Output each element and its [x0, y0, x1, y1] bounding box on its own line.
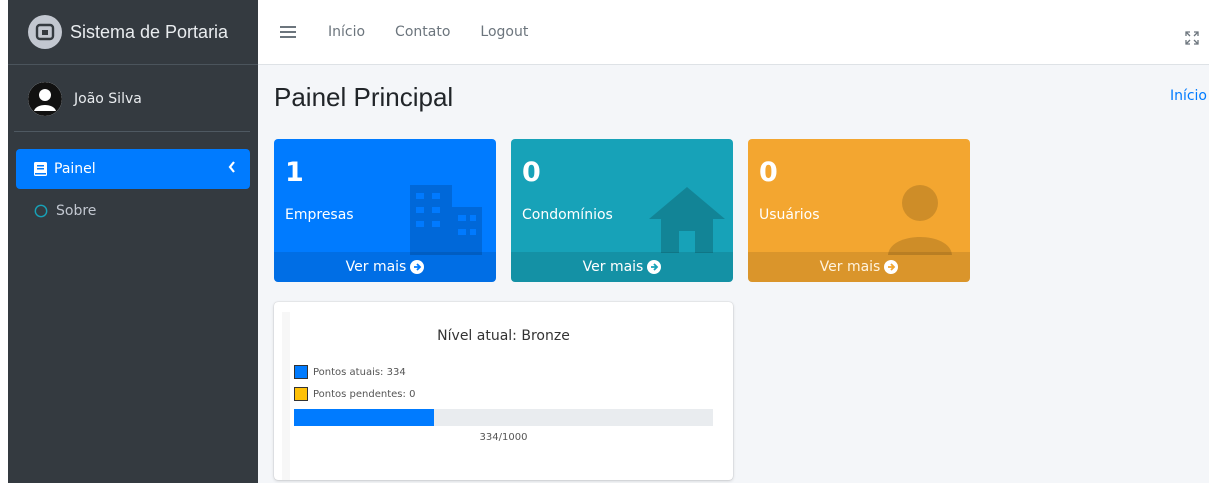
user-avatar-icon	[28, 81, 62, 116]
card-count: 1	[285, 157, 304, 188]
sidebar-item-sobre[interactable]: Sobre	[16, 191, 250, 231]
sidebar-divider	[14, 131, 250, 132]
circle-icon	[34, 203, 48, 219]
user-icon	[884, 183, 956, 259]
user-panel[interactable]: João Silva	[8, 65, 258, 132]
hamburger-menu-icon[interactable]	[280, 23, 296, 41]
card-more-link[interactable]: Ver mais	[274, 252, 496, 282]
card-label: Condomínios	[522, 207, 613, 223]
card-more-link[interactable]: Ver mais	[748, 252, 970, 282]
legend-label: Pontos atuais: 334	[313, 366, 406, 378]
level-title: Nível atual: Bronze	[437, 328, 570, 344]
building-icon	[410, 185, 482, 259]
legend-current-points: Pontos atuais: 334	[294, 365, 406, 379]
progress-bar-fill	[294, 409, 434, 426]
sidebar-item-label: Sobre	[56, 203, 97, 219]
legend-swatch	[294, 387, 308, 401]
page-title: Painel Principal	[274, 82, 454, 112]
arrow-circle-right-icon	[647, 260, 662, 274]
card-count: 0	[759, 157, 778, 188]
card-label: Empresas	[285, 207, 354, 223]
user-name: João Silva	[74, 90, 142, 107]
card-usuarios: 0 Usuários Ver mais	[748, 139, 970, 282]
book-icon	[34, 162, 48, 176]
arrow-circle-right-icon	[410, 260, 425, 274]
nav-link-contato[interactable]: Contato	[395, 24, 450, 40]
nav-link-inicio[interactable]: Início	[328, 24, 365, 40]
brand-name: Sistema de Portaria	[70, 21, 229, 42]
level-card: Nível atual: Bronze Pontos atuais: 334 P…	[274, 302, 733, 480]
breadcrumb-link[interactable]: Início	[1170, 88, 1207, 104]
sidebar-item-label: Painel	[54, 161, 96, 177]
card-count: 0	[522, 157, 541, 188]
card-label: Usuários	[759, 207, 820, 223]
card-footer-label: Ver mais	[819, 259, 881, 275]
chevron-left-icon	[228, 161, 236, 177]
legend-pending-points: Pontos pendentes: 0	[294, 387, 415, 401]
card-condominios: 0 Condomínios Ver mais	[511, 139, 733, 282]
legend-swatch	[294, 365, 308, 379]
house-icon	[649, 187, 725, 257]
sidebar-item-painel[interactable]: Painel	[16, 149, 250, 189]
brand-link[interactable]: Sistema de Portaria	[8, 0, 258, 65]
card-footer-label: Ver mais	[582, 259, 644, 275]
sidebar-edge	[0, 0, 8, 483]
progress-text: 334/1000	[479, 432, 528, 443]
card-footer-label: Ver mais	[345, 259, 407, 275]
progress-bar	[294, 409, 713, 426]
top-navbar: Início Contato Logout	[258, 0, 1209, 65]
fullscreen-icon[interactable]	[1185, 30, 1199, 45]
legend-label: Pontos pendentes: 0	[313, 388, 416, 400]
sidebar: Sistema de Portaria João Silva Painel So…	[0, 0, 258, 483]
card-empresas: 1 Empresas Ver mais	[274, 139, 496, 282]
brand-logo-icon	[28, 15, 62, 49]
card-more-link[interactable]: Ver mais	[511, 252, 733, 282]
arrow-circle-right-icon	[884, 260, 899, 274]
nav-link-logout[interactable]: Logout	[480, 24, 528, 40]
